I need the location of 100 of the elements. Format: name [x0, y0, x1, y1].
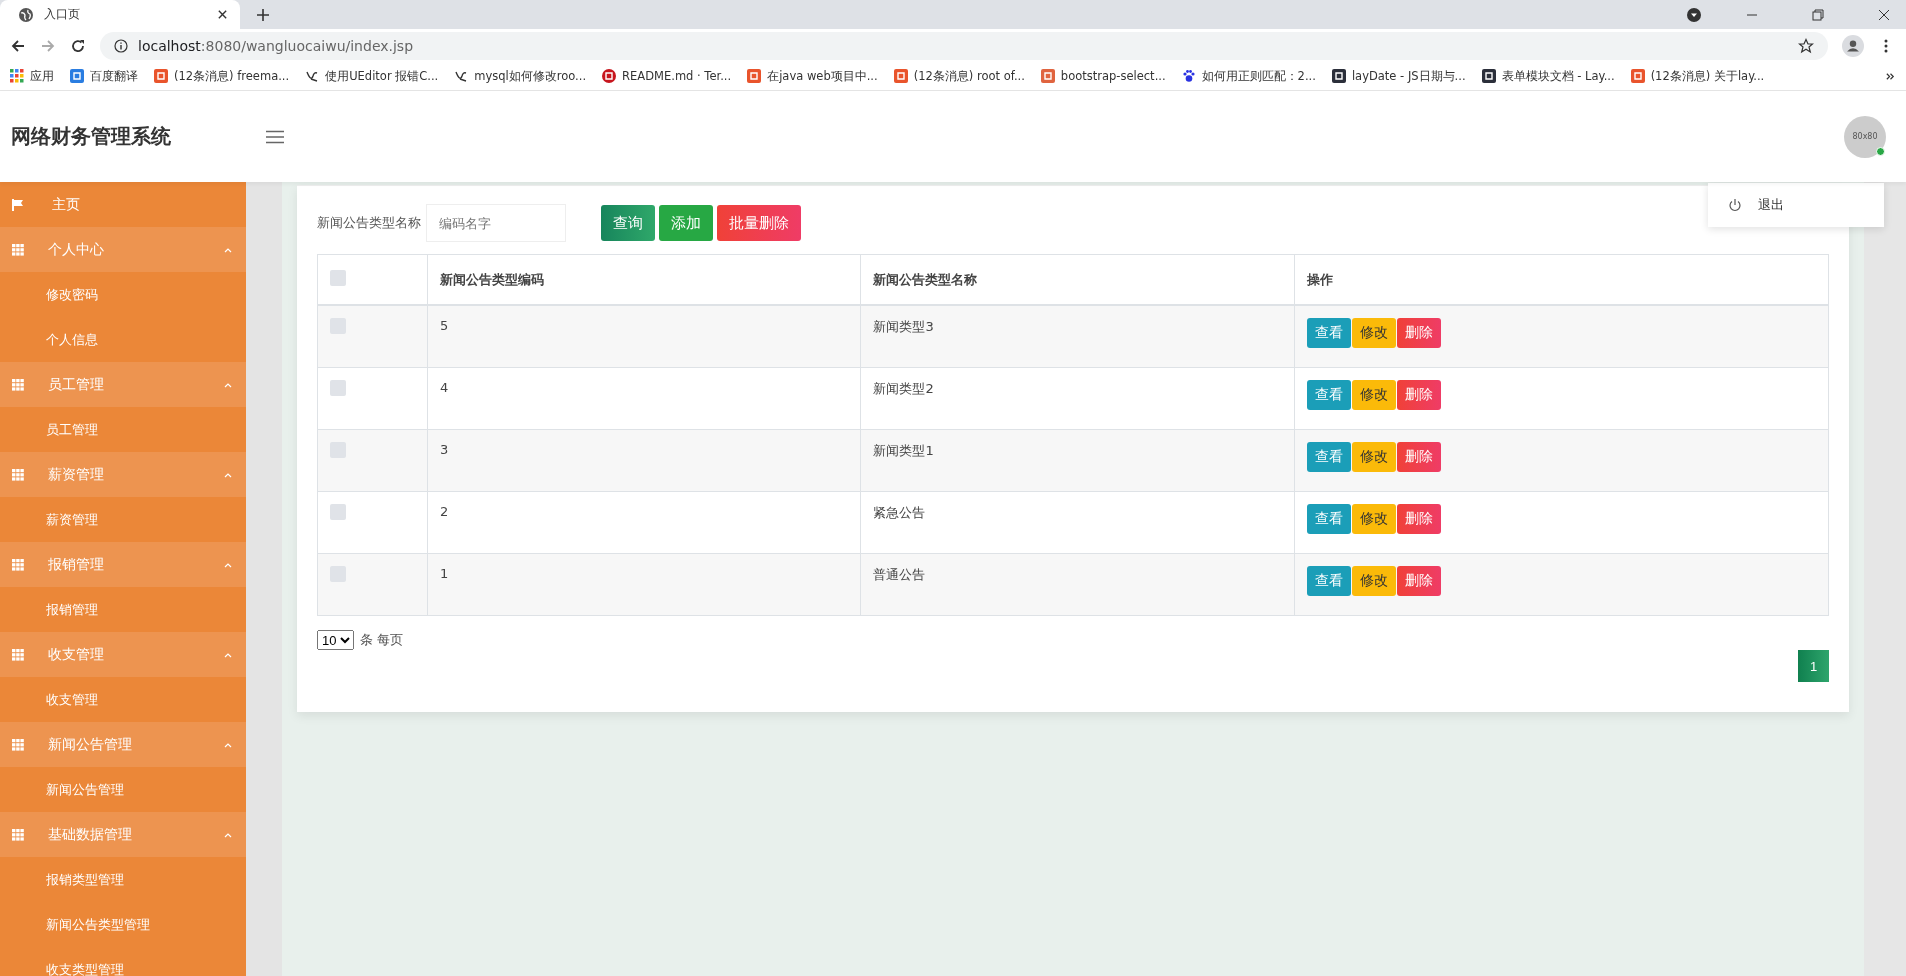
bookmark[interactable]: README.md · Ter...: [602, 69, 732, 83]
dropdown-icon[interactable]: [1686, 6, 1702, 23]
square-logo-icon: [893, 69, 908, 83]
bookmark[interactable]: 百度翻译: [70, 68, 138, 84]
browser-tab[interactable]: 入口页: [0, 0, 240, 29]
edit-button[interactable]: 修改: [1351, 380, 1396, 410]
close-icon[interactable]: [1878, 8, 1890, 21]
edit-button[interactable]: 修改: [1351, 318, 1396, 348]
bookmark-label: (12条消息) root of...: [913, 68, 1025, 84]
reload-icon[interactable]: [70, 37, 86, 54]
table-cell: 1: [440, 566, 449, 581]
grid-icon: [12, 558, 24, 571]
grid-icon: [12, 243, 24, 256]
restore-icon[interactable]: [1812, 8, 1824, 21]
star-icon[interactable]: [1798, 37, 1814, 54]
sidebar-subitem[interactable]: 收支管理: [0, 677, 246, 722]
edit-button[interactable]: 修改: [1351, 442, 1396, 472]
bookmark[interactable]: mysql如何修改roo...: [454, 68, 587, 84]
view-button[interactable]: 查看: [1306, 566, 1351, 596]
sidebar-label: 个人中心: [48, 240, 104, 259]
sidebar-subitem[interactable]: 报销管理: [0, 587, 246, 632]
sidebar-item[interactable]: 基础数据管理: [0, 812, 246, 857]
bookmark-label: 在java web项目中...: [767, 68, 878, 84]
query-button[interactable]: 查询: [601, 205, 655, 241]
table-cell: 紧急公告: [873, 505, 926, 520]
flag-icon: [12, 198, 24, 211]
new-tab-icon[interactable]: [256, 7, 270, 22]
view-button[interactable]: 查看: [1306, 380, 1351, 410]
sidebar-item[interactable]: 员工管理: [0, 362, 246, 407]
sidebar-label: 员工管理: [48, 375, 104, 394]
avatar[interactable]: 80x80: [1844, 115, 1886, 158]
bookmark[interactable]: bootstrap-select...: [1040, 69, 1166, 83]
logout-menu-item[interactable]: 退出: [1708, 187, 1884, 223]
sidebar-subitem[interactable]: 修改密码: [0, 272, 246, 317]
sidebar-item[interactable]: 报销管理: [0, 542, 246, 587]
app-title: 网络财务管理系统: [11, 123, 172, 150]
sidebar-item[interactable]: 个人中心: [0, 227, 246, 272]
back-icon[interactable]: [10, 37, 26, 54]
search-field[interactable]: 编码名字: [426, 204, 566, 242]
chevron-icon[interactable]: [1885, 70, 1896, 82]
bookmark[interactable]: 应用: [10, 68, 54, 84]
bookmark-label: README.md · Ter...: [622, 69, 732, 83]
info-icon: [114, 38, 128, 53]
bookmark[interactable]: 在java web项目中...: [747, 68, 878, 84]
checkbox[interactable]: [330, 380, 346, 396]
sidebar-subitem[interactable]: 薪资管理: [0, 497, 246, 542]
swirl-icon: [454, 69, 469, 83]
add-button[interactable]: 添加: [659, 205, 713, 241]
table-cell: 5: [440, 318, 449, 333]
page-size-select[interactable]: 10: [317, 630, 354, 650]
delete-button[interactable]: 删除: [1396, 318, 1441, 348]
edit-button[interactable]: 修改: [1351, 566, 1396, 596]
menu-icon[interactable]: [265, 129, 285, 144]
power-icon: [1728, 198, 1742, 212]
view-button[interactable]: 查看: [1306, 442, 1351, 472]
sidebar-label: 基础数据管理: [48, 825, 132, 844]
close-icon[interactable]: [217, 9, 228, 20]
delete-button[interactable]: 删除: [1396, 566, 1441, 596]
square-logo-icon: [1040, 69, 1055, 83]
square-logo-icon: [154, 69, 168, 83]
bookmark-label: 百度翻译: [90, 68, 138, 84]
sidebar-item[interactable]: 薪资管理: [0, 452, 246, 497]
sidebar-subitem[interactable]: 新闻公告类型管理: [0, 902, 246, 947]
sidebar-item[interactable]: 新闻公告管理: [0, 722, 246, 767]
sidebar-label: 报销管理: [48, 555, 104, 574]
bookmark-label: 应用: [30, 68, 54, 84]
sidebar-item[interactable]: 收支管理: [0, 632, 246, 677]
delete-button[interactable]: 删除: [1396, 504, 1441, 534]
square-logo-icon: [747, 69, 762, 83]
bookmark-label: mysql如何修改roo...: [474, 68, 587, 84]
sidebar-label: 收支管理: [48, 645, 104, 664]
apps-grid-icon: [10, 69, 24, 83]
delete-button[interactable]: 删除: [1396, 442, 1441, 472]
checkbox[interactable]: [330, 504, 346, 520]
paw-icon: [1181, 69, 1196, 83]
table-cell: 普通公告: [873, 567, 926, 582]
page-button[interactable]: 1: [1798, 650, 1829, 682]
sidebar-label: 薪资管理: [48, 465, 104, 484]
sidebar-subitem[interactable]: 报销类型管理: [0, 857, 246, 902]
delete-button[interactable]: 批量删除: [717, 205, 801, 241]
bookmark[interactable]: (12条消息) root of...: [893, 68, 1025, 84]
view-button[interactable]: 查看: [1306, 318, 1351, 348]
table-cell: 2: [440, 504, 449, 519]
profile-icon[interactable]: [1842, 34, 1864, 57]
delete-button[interactable]: 删除: [1396, 380, 1441, 410]
view-button[interactable]: 查看: [1306, 504, 1351, 534]
table-cell: 3: [440, 442, 449, 457]
square-logo-icon: [70, 69, 84, 83]
sidebar-subitem[interactable]: 个人信息: [0, 317, 246, 362]
table-cell: 新闻类型2: [873, 381, 934, 396]
sidebar-subitem[interactable]: 新闻公告管理: [0, 767, 246, 812]
table-cell: 4: [440, 380, 449, 395]
sidebar-subitem[interactable]: 收支类型管理: [0, 947, 246, 976]
sidebar-subitem[interactable]: 员工管理: [0, 407, 246, 452]
edit-button[interactable]: 修改: [1351, 504, 1396, 534]
checkbox[interactable]: [330, 270, 346, 286]
grid-icon: [12, 378, 24, 391]
page-size-label: 条 每页: [360, 631, 404, 649]
address-field[interactable]: localhost:8080/wangluocaiwu/index.jsp: [100, 31, 1828, 60]
sidebar-label: 主页: [52, 195, 80, 214]
